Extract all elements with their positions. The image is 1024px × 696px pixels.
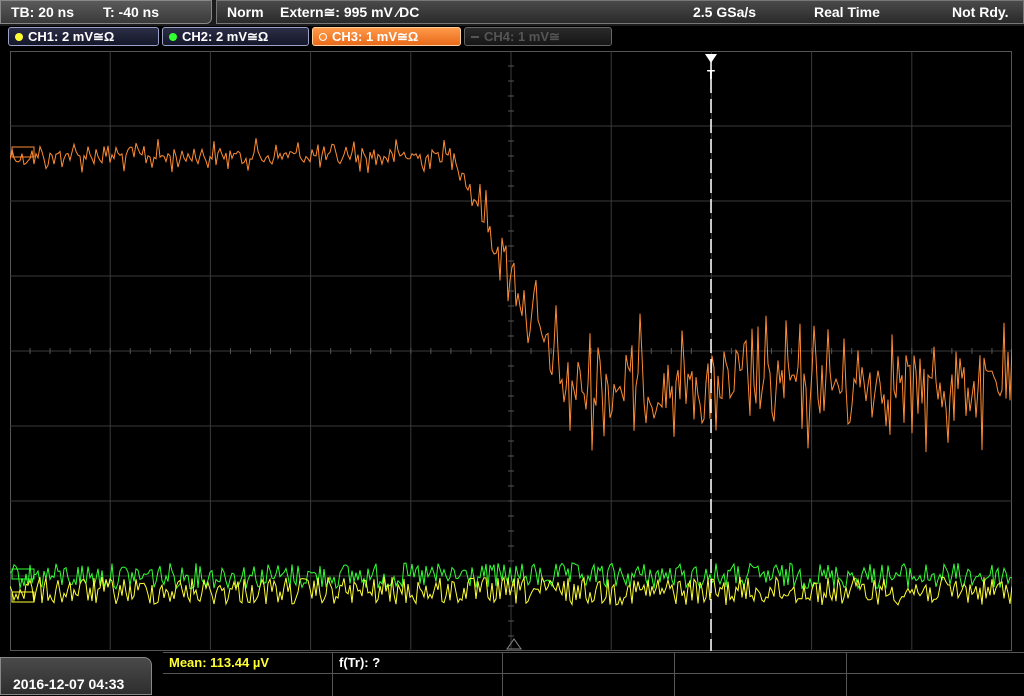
- ch4-dash-icon: [471, 36, 479, 38]
- channel-tabs: CH1: 2 mV≅Ω CH2: 2 mV≅Ω CH3: 1 mV≅Ω CH4:…: [0, 26, 1024, 48]
- measurement-slot-9[interactable]: [675, 674, 847, 696]
- ch2-dot-icon: [169, 33, 177, 41]
- status-bar[interactable]: Norm Extern≅: 995 mV ⁄DC 2.5 GSa/s Real …: [216, 0, 1024, 24]
- ch3-dot-icon: [319, 33, 327, 41]
- ch1-dot-icon: [15, 33, 23, 41]
- grid: [10, 51, 1012, 651]
- trigger-marker[interactable]: T: [705, 54, 717, 651]
- acquisition-state: Not Rdy.: [952, 4, 1009, 20]
- sample-rate: 2.5 GSa/s: [693, 4, 757, 20]
- datetime: 2016-12-07 04:33: [13, 676, 125, 692]
- measurement-panel[interactable]: Mean: 113.44 µV f(Tr): ?: [163, 652, 1024, 696]
- time-reference-icon: [506, 638, 522, 650]
- trigger-arrow-icon: [705, 54, 717, 63]
- ftr-value: f(Tr): ?: [339, 655, 381, 670]
- ch3-label: CH3: 1 mV≅Ω: [332, 29, 419, 44]
- bottom-bar: 2016-12-07 04:33 Mean: 113.44 µV f(Tr): …: [0, 652, 1024, 696]
- waveform-display[interactable]: T: [10, 51, 1012, 651]
- tab-ch2[interactable]: CH2: 2 mV≅Ω: [162, 27, 309, 46]
- measurement-slot-6[interactable]: [163, 674, 333, 696]
- tab-ch4[interactable]: CH4: 1 mV≅: [464, 27, 612, 46]
- measurement-slot-8[interactable]: [503, 674, 675, 696]
- mean-value: Mean: 113.44 µV: [169, 655, 269, 670]
- timebase-label: TB: 20 ns: [11, 4, 75, 20]
- timebase-box[interactable]: TB: 20 ns T: -40 ns: [0, 0, 212, 24]
- measurement-ftr[interactable]: f(Tr): ?: [333, 653, 503, 674]
- waveform-canvas: T: [10, 51, 1012, 651]
- datetime-box: 2016-12-07 04:33: [0, 657, 152, 695]
- time-offset-label: T: -40 ns: [103, 4, 160, 20]
- measurement-slot-7[interactable]: [333, 674, 503, 696]
- measurement-mean[interactable]: Mean: 113.44 µV: [163, 653, 333, 674]
- trigger-mode: Norm: [227, 4, 264, 20]
- acquisition-mode: Real Time: [814, 4, 880, 20]
- measurement-slot-5[interactable]: [847, 653, 1024, 674]
- measurement-slot-3[interactable]: [503, 653, 675, 674]
- tab-ch1[interactable]: CH1: 2 mV≅Ω: [8, 27, 159, 46]
- trigger-label: T: [707, 67, 715, 82]
- ch4-label: CH4: 1 mV≅: [484, 29, 560, 44]
- ch2-label: CH2: 2 mV≅Ω: [182, 29, 269, 44]
- measurement-slot-4[interactable]: [675, 653, 847, 674]
- ch1-label: CH1: 2 mV≅Ω: [28, 29, 115, 44]
- tab-ch3[interactable]: CH3: 1 mV≅Ω: [312, 27, 461, 46]
- trigger-source: Extern≅: 995 mV ⁄DC: [280, 4, 420, 20]
- top-bar: TB: 20 ns T: -40 ns Norm Extern≅: 995 mV…: [0, 0, 1024, 26]
